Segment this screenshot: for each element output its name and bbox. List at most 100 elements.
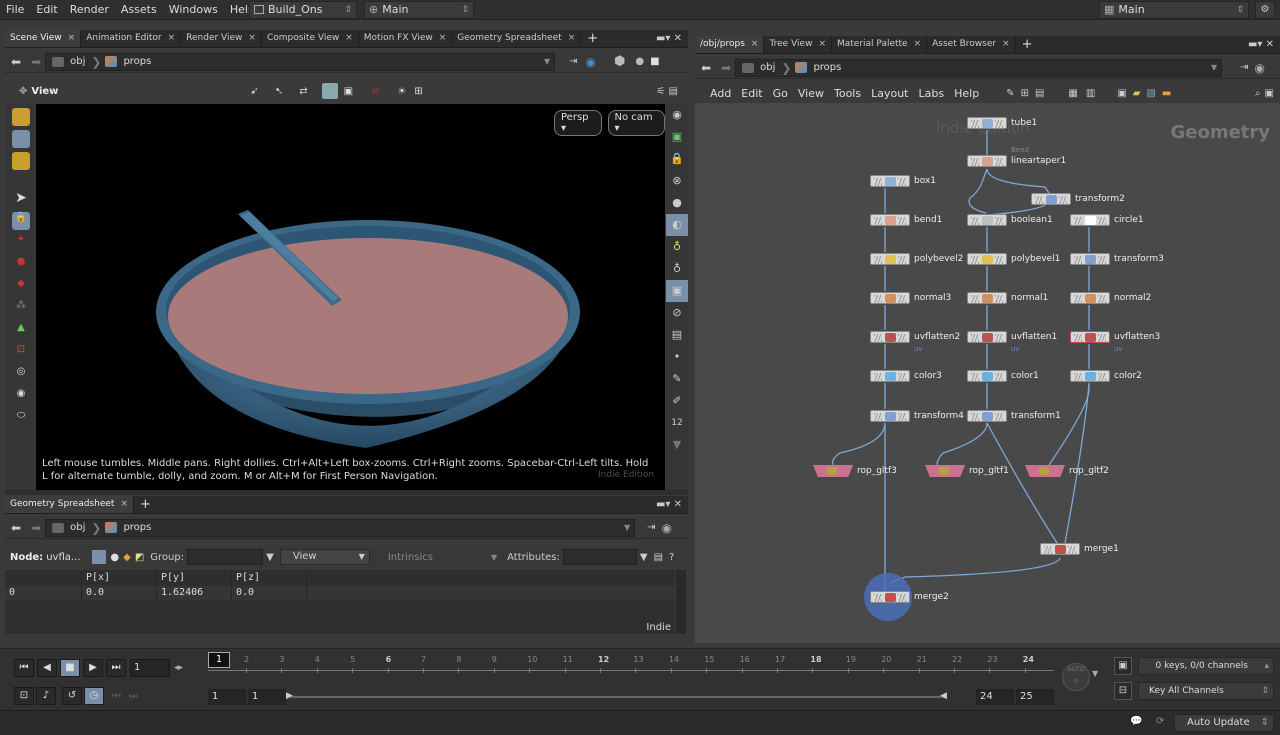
node-box1[interactable] (870, 175, 910, 187)
node-label[interactable]: uvflatten3 (1114, 332, 1160, 342)
loop-icon[interactable]: ↺ (62, 687, 82, 705)
paint-tool-icon[interactable]: ✦ (12, 234, 30, 252)
column-header[interactable] (5, 571, 82, 585)
stop-button[interactable]: ■ (60, 659, 80, 677)
range-end-input-2[interactable]: 25 (1016, 689, 1054, 705)
note-icon[interactable]: ▰ (1133, 88, 1141, 99)
node-circle1[interactable] (1070, 214, 1110, 226)
tool-icon-2[interactable]: ➷ (275, 86, 283, 97)
shading-icon[interactable]: ◐ (666, 214, 688, 236)
node-rop_gltf2[interactable] (1025, 465, 1065, 477)
ring-icon[interactable]: ⊘ (666, 302, 688, 324)
chevron-down-icon[interactable]: ▼ (624, 523, 630, 532)
group-input[interactable] (187, 549, 264, 565)
column-header[interactable]: P[z] (232, 571, 307, 585)
pen-icon[interactable]: ✎ (666, 368, 688, 390)
node-merge2[interactable] (870, 591, 910, 603)
pin-icon[interactable]: ⇥ (569, 56, 577, 67)
node-lineartaper1[interactable] (967, 155, 1007, 167)
lock-icon[interactable]: 🔒 (666, 148, 688, 170)
tab-geometry-spreadsheet-bottom[interactable]: Geometry Spreadsheet × (5, 496, 134, 513)
list-icon[interactable]: ▤ (1035, 88, 1044, 99)
close-circle-icon[interactable]: ⊗ (666, 170, 688, 192)
add-tab-button[interactable]: + (134, 496, 157, 513)
node-tube1[interactable] (967, 117, 1007, 129)
close-icon[interactable]: × (248, 33, 256, 43)
node-polybevel2[interactable] (870, 253, 910, 265)
tab-asset-browser[interactable]: Asset Browser × (927, 36, 1016, 53)
menu-layout[interactable]: Layout (866, 87, 913, 100)
node-boolean1[interactable] (967, 214, 1007, 226)
link-icon[interactable]: ◉ (1255, 61, 1265, 75)
chevron-down-icon[interactable]: ▼ (544, 57, 550, 66)
node-normal1[interactable] (967, 292, 1007, 304)
node-transform2[interactable] (1031, 193, 1071, 205)
range-start-input-2[interactable]: 1 (248, 689, 286, 705)
close-icon[interactable]: × (751, 39, 759, 49)
tab-motion-fx-view[interactable]: Motion FX View × (359, 30, 453, 47)
cube-icon[interactable]: ⬢ (614, 54, 625, 69)
camera-icon[interactable]: ▣ (344, 86, 353, 97)
node-polybevel1[interactable] (967, 253, 1007, 265)
dot-icon[interactable]: • (666, 346, 688, 368)
forward-arrow-icon[interactable]: ➡ (27, 521, 45, 535)
render-icon[interactable]: ▤ (666, 324, 688, 346)
tab-network[interactable]: /obj/props × (695, 36, 765, 53)
menu-file[interactable]: File (0, 0, 30, 20)
range-start-input[interactable]: 1 (208, 689, 246, 705)
table-icon[interactable]: ▦ (1068, 88, 1077, 99)
light-icon[interactable]: ♁ (666, 258, 688, 280)
skip-end-button[interactable]: ⏭ (106, 659, 126, 677)
primitives-icon[interactable]: ◆ (123, 552, 131, 563)
clock-icon[interactable]: ◷ (84, 687, 104, 705)
tab-geometry-spreadsheet[interactable]: Geometry Spreadsheet × (452, 30, 582, 47)
node-merge1[interactable] (1040, 543, 1080, 555)
keys-channels-dropdown[interactable]: 0 keys, 0/0 channels ▴ (1138, 657, 1274, 675)
menu-render[interactable]: Render (64, 0, 115, 20)
node-label[interactable]: tube1 (1011, 118, 1037, 128)
filter-icon[interactable]: ▼ (266, 552, 274, 563)
node-color1[interactable] (967, 370, 1007, 382)
crumb-obj[interactable]: obj (64, 520, 91, 536)
record-icon[interactable]: ⊘ (371, 86, 379, 97)
next-key-icon[interactable]: ⏭ (129, 691, 138, 702)
tool-icon-1[interactable]: ➹ (250, 86, 258, 97)
eye-icon[interactable]: ◉ (666, 104, 688, 126)
forward-arrow-icon[interactable]: ➡ (27, 55, 45, 69)
refresh-icon[interactable]: ⟳ (1156, 716, 1164, 727)
node-uvflatten3[interactable] (1070, 331, 1110, 343)
node-label[interactable]: polybevel2 (914, 254, 963, 264)
chat-icon[interactable]: 💬 (1130, 716, 1142, 727)
node-label[interactable]: bend1 (914, 215, 942, 225)
node-label[interactable]: box1 (914, 176, 936, 186)
camera-icon[interactable]: ▣ (1265, 88, 1274, 99)
scene-viewport[interactable]: Persp ▾ No cam ▾ Left mouse tumbles. Mid… (36, 104, 665, 490)
sphere-icon[interactable]: ● (666, 192, 688, 214)
node-label[interactable]: merge1 (1084, 544, 1119, 554)
skip-start-button[interactable]: ⏮ (14, 659, 34, 677)
square-icon[interactable]: ■ (650, 56, 659, 67)
tab-render-view[interactable]: Render View × (181, 30, 262, 47)
light-icon[interactable]: ☀ (397, 86, 406, 97)
pose-tool-icon[interactable] (12, 152, 30, 170)
node-transform3[interactable] (1070, 253, 1110, 265)
path-field[interactable]: obj ❯ props ▼ (45, 52, 556, 71)
range-handle-right-icon[interactable]: ◀ (940, 691, 947, 701)
play-button[interactable]: ▶ (83, 659, 103, 677)
node-label[interactable]: normal1 (1011, 293, 1048, 303)
detail-icon[interactable]: ◩ (135, 552, 144, 563)
close-icon[interactable]: × (818, 39, 826, 49)
key-all-channels-dropdown[interactable]: Key All Channels ⇕ (1138, 682, 1274, 700)
menu-labs[interactable]: Labs (914, 87, 950, 100)
timeline-ruler[interactable]: 1 2 3 4 5 6 7 8 9 10 11 12 13 14 15 16 17 18 19 20 21 22 23 24 (208, 652, 1056, 676)
close-icon[interactable]: × (914, 39, 922, 49)
camera-view-icon[interactable]: ▣ (666, 280, 688, 302)
node-uvflatten1[interactable] (967, 331, 1007, 343)
close-icon[interactable]: × (345, 33, 353, 43)
menu-add[interactable]: Add (705, 87, 736, 100)
node-label[interactable]: transform3 (1114, 254, 1164, 264)
scatter-tool-icon[interactable]: ⁂ (12, 300, 30, 318)
node-bend1[interactable] (870, 214, 910, 226)
lock-icon[interactable]: 🔒 (12, 212, 30, 230)
pin-icon[interactable]: ⇥ (647, 522, 655, 533)
